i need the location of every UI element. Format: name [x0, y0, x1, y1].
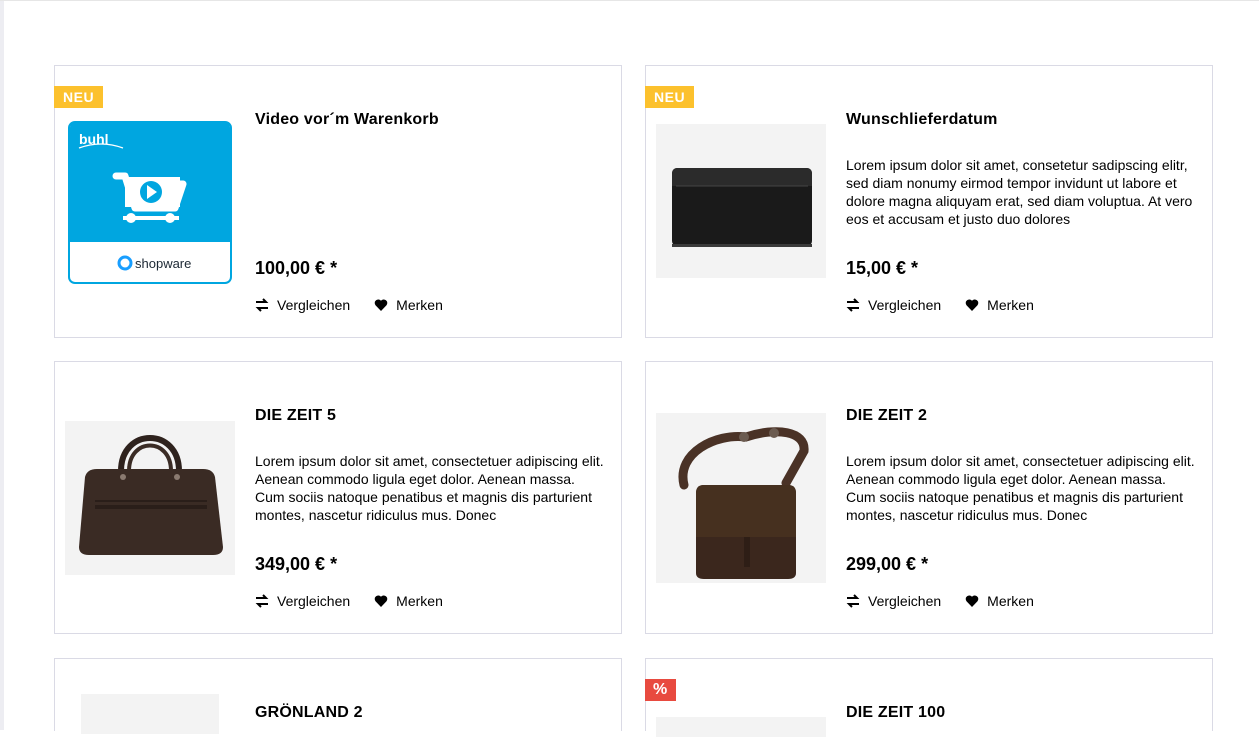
heart-icon: [965, 594, 979, 608]
product-card[interactable]: % DIE ZEIT 100: [645, 658, 1213, 737]
buhl-shopware-logo-icon: buhl shopware: [68, 121, 232, 284]
compare-arrows-icon: [846, 298, 860, 312]
wishlist-label: Merken: [987, 593, 1034, 609]
compare-label: Vergleichen: [868, 593, 942, 609]
product-price: 349,00 € *: [255, 554, 338, 574]
compare-arrows-icon: [255, 594, 269, 608]
discount-badge: %: [645, 679, 676, 701]
product-image[interactable]: [65, 421, 235, 575]
product-image[interactable]: buhl shopware: [65, 120, 235, 286]
product-card[interactable]: DIE ZEIT 2 Lorem ipsum dolor sit amet, c…: [645, 361, 1213, 634]
product-title[interactable]: DIE ZEIT 2: [846, 407, 927, 425]
messenger-bag-image-icon: [678, 427, 809, 579]
wishlist-button[interactable]: Merken: [965, 297, 1034, 313]
compare-button[interactable]: Vergleichen: [846, 297, 941, 313]
product-card[interactable]: GRÖNLAND 2: [54, 658, 622, 734]
compare-arrows-icon: [846, 594, 860, 608]
product-image[interactable]: [81, 694, 219, 734]
product-price: 100,00 € *: [255, 258, 338, 278]
wallet-image-icon: [672, 168, 812, 247]
product-price: 299,00 € *: [846, 554, 929, 574]
compare-button[interactable]: Vergleichen: [846, 593, 941, 609]
product-image[interactable]: [656, 413, 826, 583]
heart-icon: [374, 594, 388, 608]
wishlist-label: Merken: [987, 297, 1034, 313]
product-card[interactable]: NEU Wunschlieferdatum Lorem ipsum dolor …: [645, 65, 1213, 338]
product-title[interactable]: DIE ZEIT 100: [846, 704, 945, 722]
product-card[interactable]: NEU buhl shopware Video vor´m Warenkorb …: [54, 65, 622, 338]
product-image[interactable]: [656, 124, 826, 278]
product-title[interactable]: Video vor´m Warenkorb: [255, 111, 439, 129]
compare-button[interactable]: Vergleichen: [255, 297, 350, 313]
product-title[interactable]: GRÖNLAND 2: [255, 704, 363, 722]
wishlist-button[interactable]: Merken: [965, 593, 1034, 609]
product-image[interactable]: [656, 717, 826, 737]
wishlist-button[interactable]: Merken: [374, 297, 443, 313]
product-description: Lorem ipsum dolor sit amet, consectetuer…: [255, 453, 604, 523]
wishlist-label: Merken: [396, 297, 443, 313]
heart-icon: [374, 298, 388, 312]
briefcase-image-icon: [79, 435, 223, 555]
page-top-edge: [0, 0, 1259, 1]
product-description: Lorem ipsum dolor sit amet, consectetuer…: [846, 453, 1195, 523]
heart-icon: [965, 298, 979, 312]
svg-text:shopware: shopware: [135, 256, 191, 271]
product-price: 15,00 € *: [846, 258, 919, 278]
new-badge: NEU: [645, 86, 695, 108]
page-left-edge: [0, 0, 4, 730]
wishlist-label: Merken: [396, 593, 443, 609]
compare-label: Vergleichen: [868, 297, 942, 313]
new-badge: NEU: [54, 86, 104, 108]
compare-label: Vergleichen: [277, 297, 351, 313]
product-card[interactable]: DIE ZEIT 5 Lorem ipsum dolor sit amet, c…: [54, 361, 622, 634]
compare-button[interactable]: Vergleichen: [255, 593, 350, 609]
product-title[interactable]: DIE ZEIT 5: [255, 407, 336, 425]
product-title[interactable]: Wunschlieferdatum: [846, 111, 998, 129]
product-description: Lorem ipsum dolor sit amet, consetetur s…: [846, 157, 1193, 227]
compare-label: Vergleichen: [277, 593, 351, 609]
wishlist-button[interactable]: Merken: [374, 593, 443, 609]
compare-arrows-icon: [255, 298, 269, 312]
